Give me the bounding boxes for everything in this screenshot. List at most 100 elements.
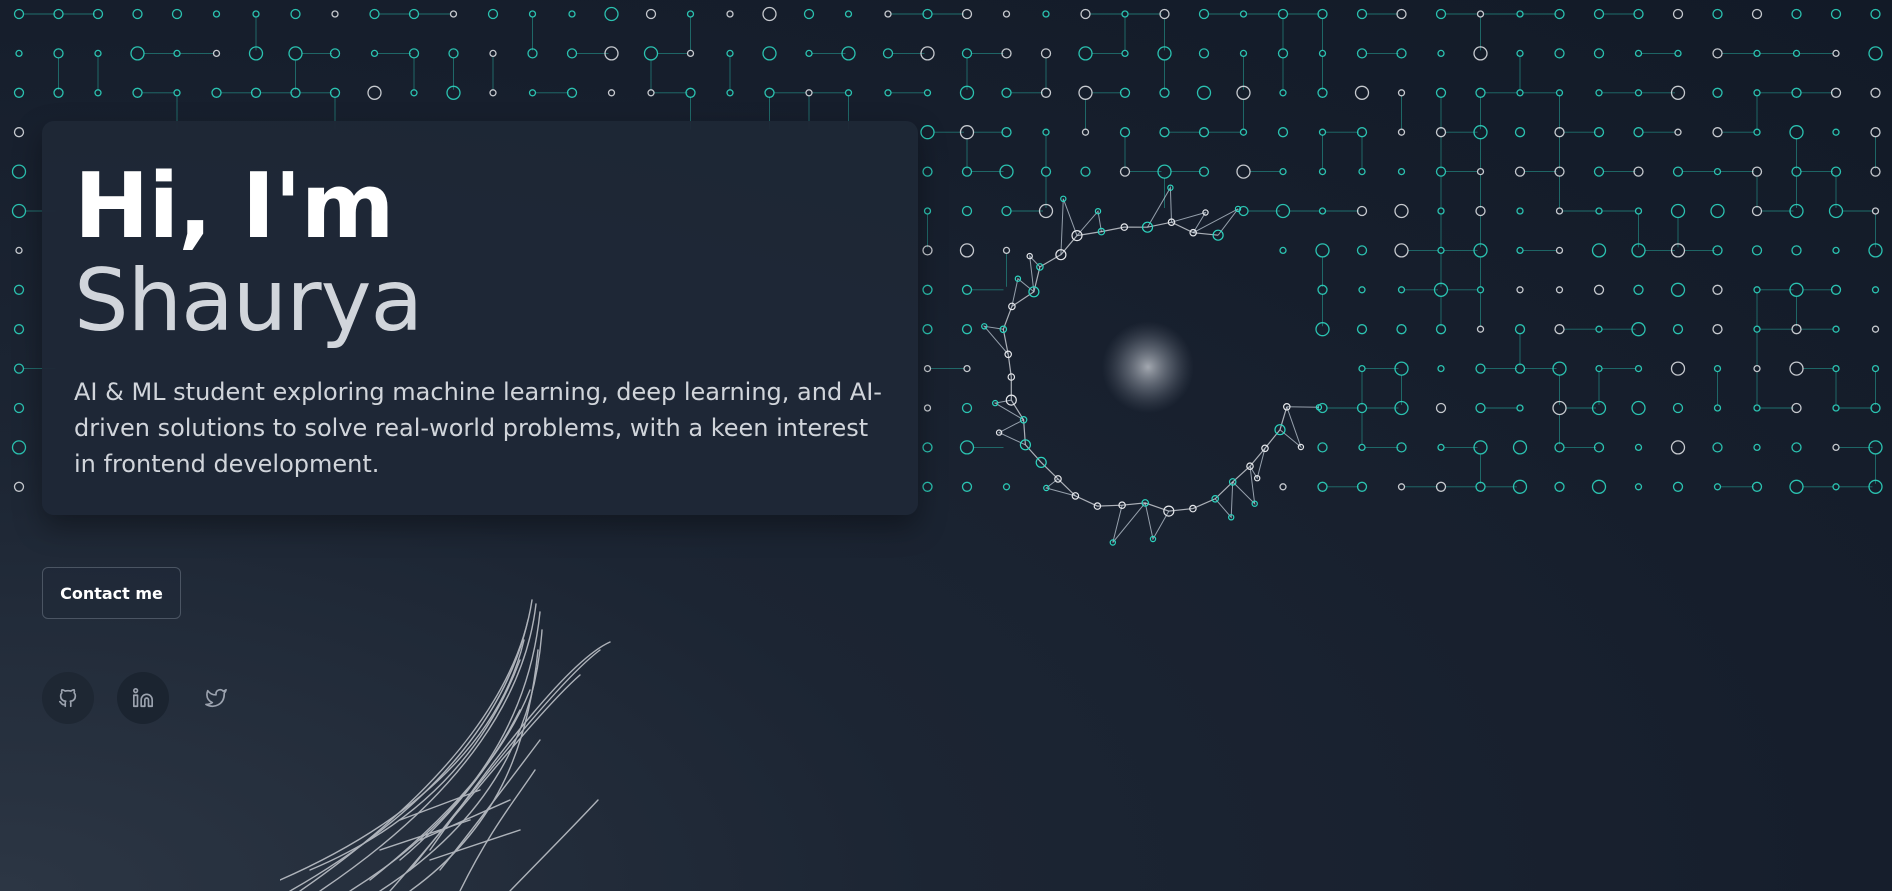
circuit-node [528,10,537,18]
circuit-node [1394,203,1409,219]
circuit-node [961,402,973,414]
circuit-node [726,10,734,18]
circuit-node [1832,404,1840,412]
circuit-node [130,46,145,61]
circuit-node [173,49,181,58]
circuit-node [1555,207,1564,215]
circuit-node [764,87,775,98]
circuit-node [922,284,933,295]
circuit-node [13,363,25,374]
circuit-node [410,89,418,97]
circuit-node [53,48,64,59]
circuit-node [1001,205,1012,217]
circuit-node [1871,286,1880,294]
circuit-node [961,205,973,217]
circuit-node [1475,402,1486,414]
circuit-node [1080,166,1091,177]
circuit-node [1475,363,1486,374]
circuit-node [370,49,379,58]
circuit-node [1002,483,1011,491]
circuit-node [1712,324,1723,335]
circuit-node [1634,89,1643,97]
sketch-feather-decoration [280,599,611,891]
circuit-node [1595,207,1603,215]
circuit-node [1354,85,1370,100]
circuit-node [1080,8,1091,20]
circuit-node [1871,207,1880,215]
circuit-node [1358,167,1366,176]
circuit-node [1674,128,1682,136]
circuit-node [1712,442,1723,453]
circuit-node [211,87,222,98]
circuit-node [1514,324,1526,335]
circuit-node [489,49,497,58]
circuit-node [923,404,932,412]
contact-button[interactable]: Contact me [42,567,181,619]
circuit-node [1791,8,1802,20]
circuit-node [13,284,25,295]
ring-spike [1060,198,1078,255]
circuit-node [1198,48,1210,59]
circuit-node [1516,10,1524,18]
circuit-node [726,49,734,58]
circuit-node [1516,207,1524,215]
linkedin-link[interactable] [117,672,169,724]
circuit-node [1476,325,1485,333]
circuit-node [1870,127,1881,138]
circuit-node [331,10,339,18]
circuit-node [1554,48,1565,59]
circuit-node [1516,49,1524,58]
circuit-node [13,87,25,98]
circuit-node [1672,481,1684,492]
circuit-node [922,166,933,177]
circuit-node [1042,10,1050,18]
circuit-node [1792,49,1801,58]
github-link[interactable] [42,672,94,724]
circuit-node [1239,128,1248,136]
circuit-node [1514,166,1526,177]
circuit-node [1277,127,1289,138]
circuit-node [1595,325,1603,333]
circuit-node [647,89,655,97]
circuit-node [959,440,975,455]
circuit-node [1753,286,1761,294]
circuit-node [762,6,777,22]
circuit-node [803,8,815,20]
twitter-link[interactable] [190,672,242,724]
circuit-node [212,49,221,58]
circuit-node [1753,325,1761,333]
circuit-node [1832,325,1840,333]
circuit-node [1516,89,1524,97]
circuit-node [805,89,813,97]
circuit-node [1437,364,1445,373]
circuit-node [762,46,777,61]
circuit-node [844,89,853,97]
circuit-node [922,481,933,492]
circuit-node [1318,207,1327,215]
glowing-core [1102,321,1194,413]
circuit-node [963,364,971,373]
circuit-node [1435,402,1447,414]
circuit-node [920,125,935,140]
circuit-node [1317,481,1328,492]
circuit-node [1516,246,1524,255]
circuit-node [487,8,499,20]
circuit-node [1753,443,1761,452]
circuit-node [1633,127,1644,138]
circuit-node [1437,207,1445,215]
circuit-node [449,10,458,18]
circuit-node [1397,89,1406,97]
circuit-node [726,89,734,97]
circuit-node [13,127,25,138]
circuit-node [604,6,619,22]
circuit-node [1196,85,1212,100]
circuit-node [1593,8,1605,20]
circuit-node [1832,364,1840,373]
circuit-node [1710,203,1725,219]
circuit-node [1633,284,1644,295]
circuit-node [528,89,537,97]
circuit-node [1394,243,1409,258]
circuit-node [1712,284,1723,295]
circuit-node [448,48,459,59]
circuit-node [1789,479,1804,494]
